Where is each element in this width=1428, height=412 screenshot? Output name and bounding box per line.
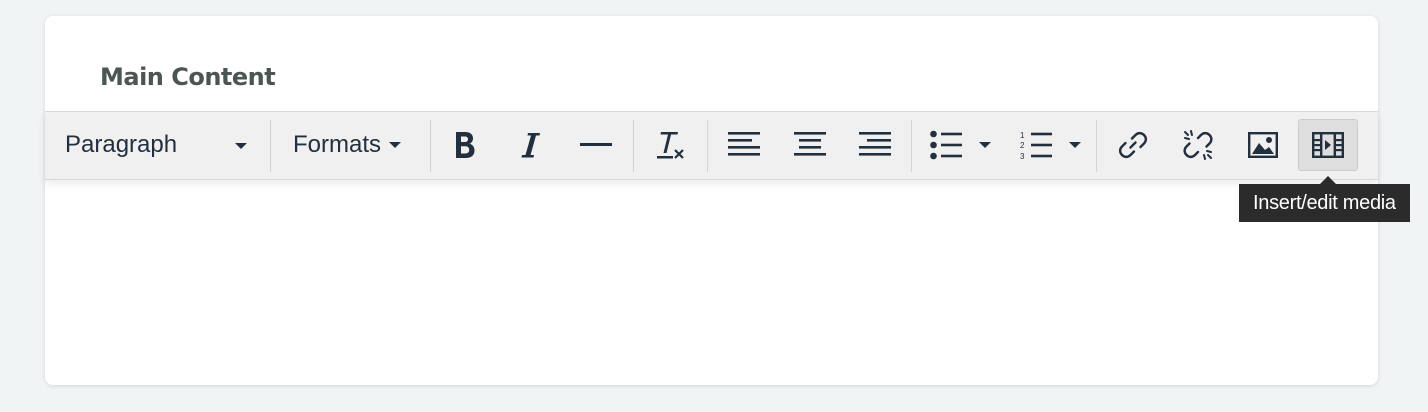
bold-button[interactable]	[437, 119, 493, 171]
toolbar-separator	[270, 120, 271, 172]
block-format-label: Paragraph	[65, 131, 178, 158]
chevron-down-icon[interactable]	[1069, 142, 1081, 148]
section-title: Main Content	[100, 63, 276, 91]
align-center-icon	[794, 131, 826, 159]
formats-label: Formats	[293, 131, 382, 158]
numbered-list-icon: 1 2 3	[1020, 130, 1052, 160]
align-center-button[interactable]	[782, 119, 838, 171]
bold-icon	[452, 130, 478, 160]
italic-icon	[519, 130, 543, 160]
svg-text:3: 3	[1020, 152, 1025, 160]
clear-formatting-button[interactable]	[642, 119, 698, 171]
chevron-down-icon	[235, 143, 247, 149]
chevron-down-icon	[389, 142, 402, 148]
italic-button[interactable]	[503, 119, 559, 171]
horizontal-rule-icon	[580, 142, 612, 148]
horizontal-rule-button[interactable]	[568, 119, 624, 171]
svg-text:1: 1	[1020, 131, 1025, 140]
tooltip-arrow	[1320, 176, 1336, 184]
align-right-button[interactable]	[847, 119, 903, 171]
chevron-down-icon[interactable]	[979, 142, 991, 148]
editor-content-area[interactable]	[45, 180, 1378, 380]
svg-text:2: 2	[1020, 141, 1025, 150]
bullet-list-icon	[930, 130, 962, 160]
block-format-dropdown[interactable]: Paragraph	[65, 119, 277, 171]
tooltip: Insert/edit media	[1239, 184, 1410, 222]
align-left-icon	[728, 131, 760, 159]
toolbar-separator	[911, 120, 912, 172]
toolbar-separator	[707, 120, 708, 172]
formats-dropdown[interactable]: Formats	[293, 119, 413, 171]
insert-image-button[interactable]	[1235, 119, 1291, 171]
clear-formatting-icon	[654, 129, 686, 161]
align-left-button[interactable]	[716, 119, 772, 171]
insert-media-button[interactable]	[1298, 119, 1358, 171]
insert-link-button[interactable]	[1105, 119, 1161, 171]
editor-toolbar: Paragraph Formats 1 2 3	[45, 111, 1378, 180]
align-right-icon	[859, 131, 891, 159]
bullet-list-button[interactable]	[927, 119, 999, 171]
image-icon	[1248, 132, 1278, 158]
unlink-icon	[1182, 129, 1214, 161]
editor-card: Main Content Paragraph Formats 1 2 3	[45, 16, 1378, 385]
toolbar-separator	[633, 120, 634, 172]
media-icon	[1312, 132, 1344, 158]
remove-link-button[interactable]	[1170, 119, 1226, 171]
link-icon	[1118, 130, 1148, 160]
toolbar-separator	[1096, 120, 1097, 172]
numbered-list-button[interactable]: 1 2 3	[1017, 119, 1089, 171]
toolbar-separator	[430, 120, 431, 172]
